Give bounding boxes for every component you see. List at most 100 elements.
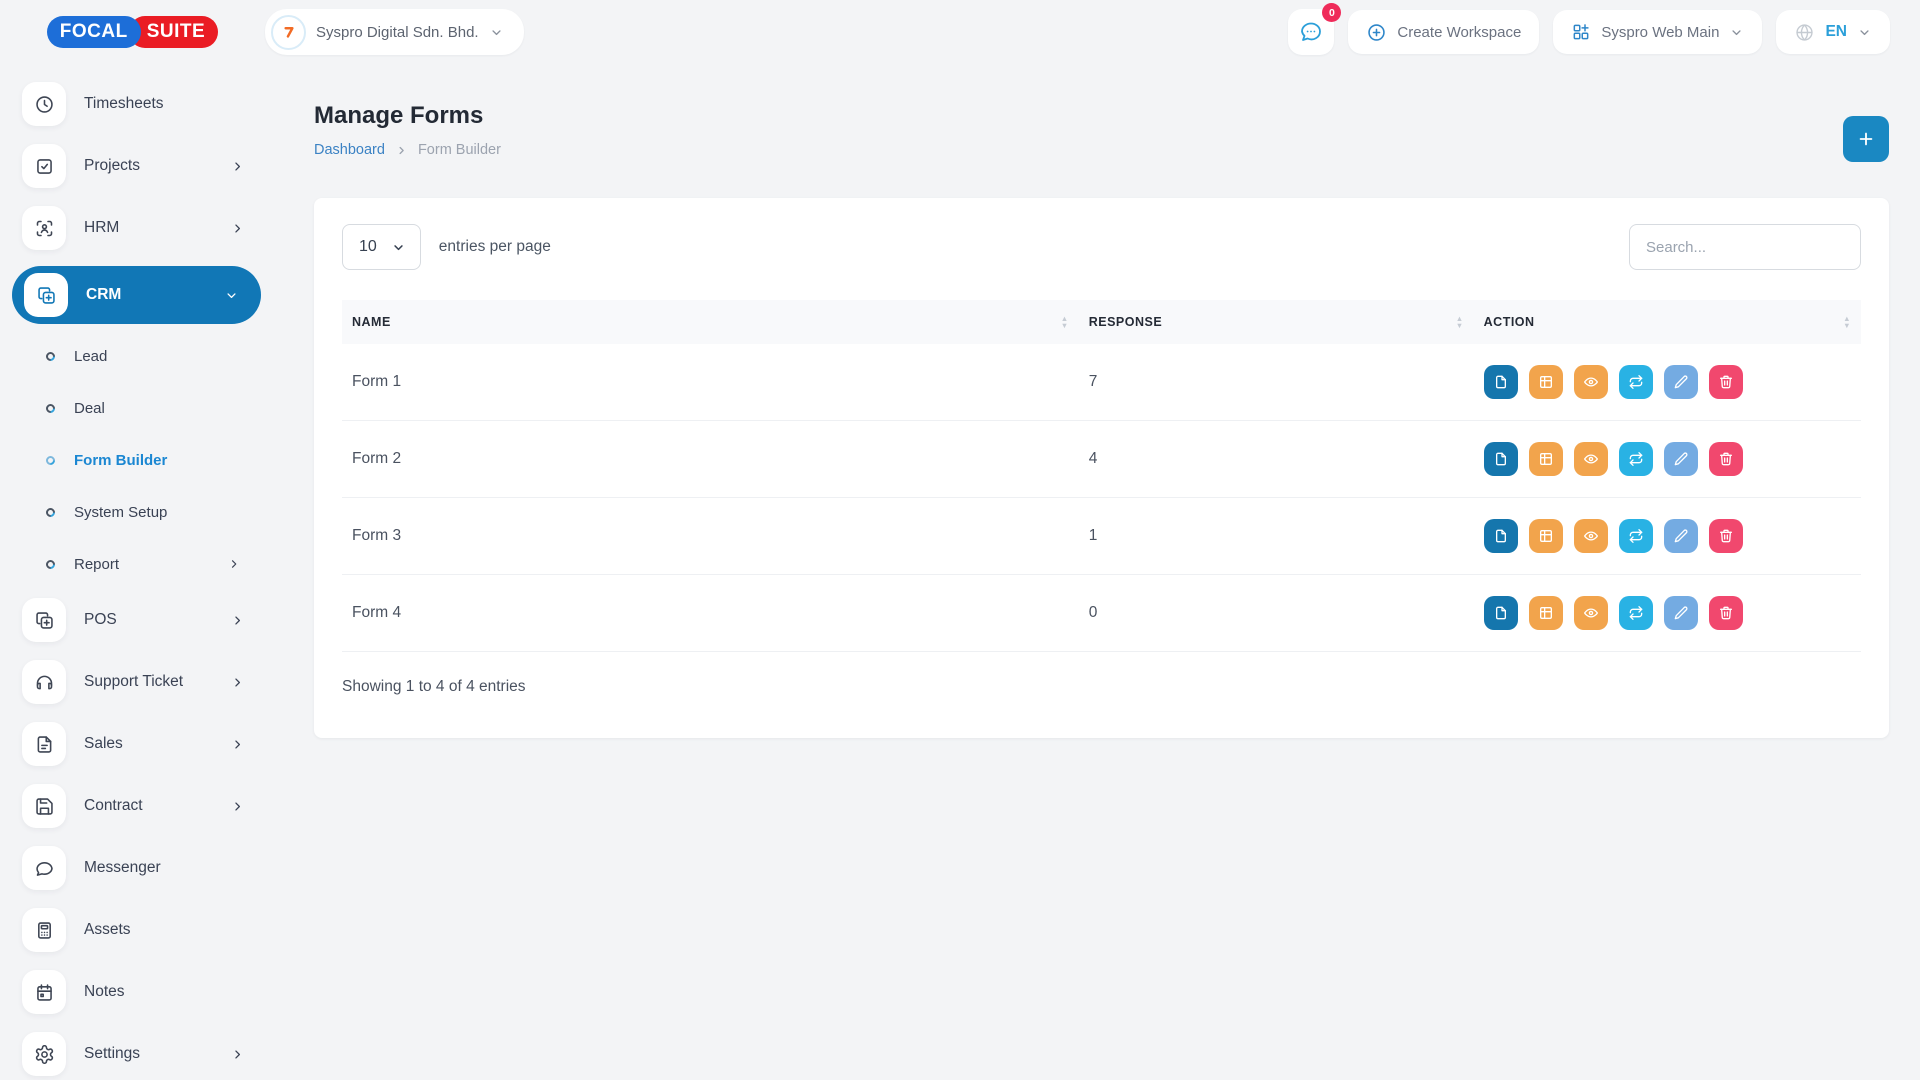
delete-button[interactable] (1709, 519, 1743, 553)
sidebar-item-label: Timesheets (84, 95, 164, 113)
sidebar-item-notes[interactable]: Notes (0, 968, 265, 1016)
sort-icon: ▲▼ (1456, 315, 1464, 329)
sidebar-icon-box (22, 970, 66, 1014)
page-title: Manage Forms (314, 100, 501, 132)
sidebar-item-sales[interactable]: Sales (0, 720, 265, 768)
workspace-selector[interactable]: Syspro Digital Sdn. Bhd. (265, 9, 524, 55)
table-summary: Showing 1 to 4 of 4 entries (342, 678, 1861, 696)
sync-button[interactable] (1619, 442, 1653, 476)
sync-button[interactable] (1619, 519, 1653, 553)
sidebar-item-report[interactable]: Report (0, 544, 265, 584)
entries-per-page-select[interactable]: 10 (342, 224, 421, 270)
language-selector[interactable]: EN (1776, 10, 1890, 54)
sidebar-icon-box (22, 722, 66, 766)
search-input[interactable] (1629, 224, 1861, 270)
brand-focal: FOCAL (47, 16, 141, 48)
fields-button[interactable] (1529, 442, 1563, 476)
sidebar-subitem-label: Deal (74, 400, 105, 417)
fields-button[interactable] (1529, 596, 1563, 630)
workspace-logo-icon (271, 15, 306, 50)
actions-cell (1474, 575, 1861, 652)
file-text-icon (34, 734, 55, 755)
table-icon (1538, 374, 1554, 390)
app-logo: FOCAL SUITE (0, 16, 265, 48)
delete-button[interactable] (1709, 596, 1743, 630)
sidebar-item-crm[interactable]: CRM (12, 266, 261, 324)
bullet-icon (44, 454, 57, 467)
bullet-icon (44, 558, 57, 571)
trash-icon (1718, 605, 1734, 621)
breadcrumb-dashboard-link[interactable]: Dashboard (314, 142, 385, 158)
column-header-name[interactable]: NAME ▲▼ (342, 300, 1079, 344)
table-row: Form 31 (342, 498, 1861, 575)
table-controls: 10 entries per page (342, 224, 1861, 270)
trash-icon (1718, 528, 1734, 544)
messages-badge: 0 (1322, 3, 1341, 22)
sidebar-item-assets[interactable]: Assets (0, 906, 265, 954)
chevron-right-icon (230, 737, 245, 752)
sidebar-item-timesheets[interactable]: Timesheets (0, 80, 265, 128)
edit-button[interactable] (1664, 519, 1698, 553)
view-button[interactable] (1574, 519, 1608, 553)
fields-button[interactable] (1529, 365, 1563, 399)
save-icon (34, 796, 55, 817)
delete-button[interactable] (1709, 442, 1743, 476)
sidebar-icon-box (22, 846, 66, 890)
table-row: Form 17 (342, 344, 1861, 421)
view-button[interactable] (1574, 365, 1608, 399)
forms-table-card: 10 entries per page NAME ▲▼ RESPONSE (314, 198, 1889, 738)
globe-icon (1794, 22, 1815, 43)
sidebar-item-form-builder[interactable]: Form Builder (0, 440, 265, 480)
copy-plus-icon (34, 610, 55, 631)
sidebar-item-support-ticket[interactable]: Support Ticket (0, 658, 265, 706)
edit-button[interactable] (1664, 442, 1698, 476)
sidebar-item-label: HRM (84, 219, 119, 237)
sidebar-item-pos[interactable]: POS (0, 596, 265, 644)
topbar-actions: 0 Create Workspace Syspro Web Main EN (1288, 9, 1890, 55)
grid-plus-icon (1571, 22, 1591, 42)
bullet-icon (44, 506, 57, 519)
action-buttons (1484, 442, 1851, 476)
edit-button[interactable] (1664, 365, 1698, 399)
sync-button[interactable] (1619, 365, 1653, 399)
column-header-response[interactable]: RESPONSE ▲▼ (1079, 300, 1474, 344)
document-button[interactable] (1484, 365, 1518, 399)
sidebar-subitem-label: Report (74, 556, 119, 573)
add-form-button[interactable] (1843, 116, 1889, 162)
sidebar-item-contract[interactable]: Contract (0, 782, 265, 830)
delete-button[interactable] (1709, 365, 1743, 399)
sync-button[interactable] (1619, 596, 1653, 630)
chevron-right-icon (395, 144, 408, 157)
gear-icon (34, 1044, 55, 1065)
sidebar-item-projects[interactable]: Projects (0, 142, 265, 190)
document-button[interactable] (1484, 596, 1518, 630)
focal-suite-logo: FOCAL SUITE (47, 16, 218, 48)
messages-button[interactable]: 0 (1288, 9, 1334, 55)
trash-icon (1718, 374, 1734, 390)
column-label: RESPONSE (1089, 315, 1162, 329)
create-workspace-button[interactable]: Create Workspace (1348, 10, 1539, 54)
sidebar-item-messenger[interactable]: Messenger (0, 844, 265, 892)
view-button[interactable] (1574, 442, 1608, 476)
sort-icon: ▲▼ (1061, 315, 1069, 329)
column-header-action[interactable]: ACTION ▲▼ (1474, 300, 1861, 344)
document-button[interactable] (1484, 442, 1518, 476)
action-buttons (1484, 596, 1851, 630)
view-button[interactable] (1574, 596, 1608, 630)
sidebar-item-settings[interactable]: Settings (0, 1030, 265, 1078)
response-count-cell: 4 (1079, 421, 1474, 498)
pencil-icon (1673, 451, 1689, 467)
sidebar-item-deal[interactable]: Deal (0, 388, 265, 428)
sidebar-item-lead[interactable]: Lead (0, 336, 265, 376)
sidebar-item-system-setup[interactable]: System Setup (0, 492, 265, 532)
sidebar-item-hrm[interactable]: HRM (0, 204, 265, 252)
fields-button[interactable] (1529, 519, 1563, 553)
sync-icon (1628, 528, 1644, 544)
entries-per-page-label: entries per page (439, 238, 551, 256)
edit-button[interactable] (1664, 596, 1698, 630)
brand-suite: SUITE (129, 16, 218, 48)
actions-cell (1474, 421, 1861, 498)
table-icon (1538, 528, 1554, 544)
workspace-switcher[interactable]: Syspro Web Main (1553, 10, 1762, 54)
document-button[interactable] (1484, 519, 1518, 553)
